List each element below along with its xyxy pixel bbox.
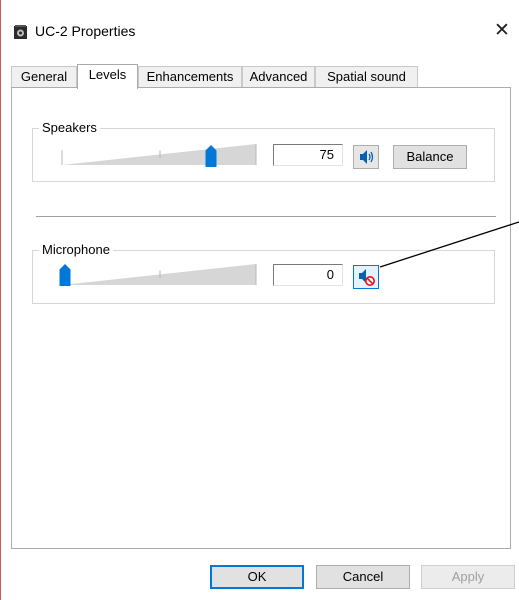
tab-general[interactable]: General xyxy=(11,66,77,87)
window-title: UC-2 Properties xyxy=(35,23,136,39)
cancel-button[interactable]: Cancel xyxy=(316,565,410,589)
speakers-mute-button[interactable] xyxy=(353,145,379,169)
speaker-icon xyxy=(360,150,374,164)
microphone-mute-button[interactable] xyxy=(353,265,379,289)
close-button[interactable]: ✕ xyxy=(487,16,517,46)
tab-enhancements[interactable]: Enhancements xyxy=(138,66,242,87)
tab-strip: General Levels Enhancements Advanced Spa… xyxy=(11,64,511,89)
microphone-level-field[interactable]: 0 xyxy=(273,264,343,286)
microphone-slider-thumb[interactable] xyxy=(59,264,71,286)
speakers-slider-thumb[interactable] xyxy=(205,145,217,167)
speaker-device-icon xyxy=(14,25,27,39)
speakers-level-field[interactable]: 75 xyxy=(273,144,343,166)
tab-levels[interactable]: Levels xyxy=(77,64,138,89)
apply-button[interactable]: Apply xyxy=(421,565,515,589)
microphone-label: Microphone xyxy=(39,242,113,257)
properties-dialog: UC-2 Properties ✕ General Levels Enhance… xyxy=(0,0,519,600)
section-divider xyxy=(36,216,496,217)
tab-advanced[interactable]: Advanced xyxy=(242,66,315,87)
tab-spatial-sound[interactable]: Spatial sound xyxy=(315,66,418,87)
title-bar[interactable]: UC-2 Properties ✕ xyxy=(1,0,519,60)
speaker-muted-icon xyxy=(359,269,375,286)
microphone-volume-slider[interactable] xyxy=(60,258,260,288)
speakers-volume-slider[interactable] xyxy=(60,138,260,168)
window-border xyxy=(0,0,1,600)
speakers-label: Speakers xyxy=(39,120,100,135)
close-icon: ✕ xyxy=(494,20,510,41)
balance-button[interactable]: Balance xyxy=(393,145,467,169)
ok-button[interactable]: OK xyxy=(210,565,304,589)
